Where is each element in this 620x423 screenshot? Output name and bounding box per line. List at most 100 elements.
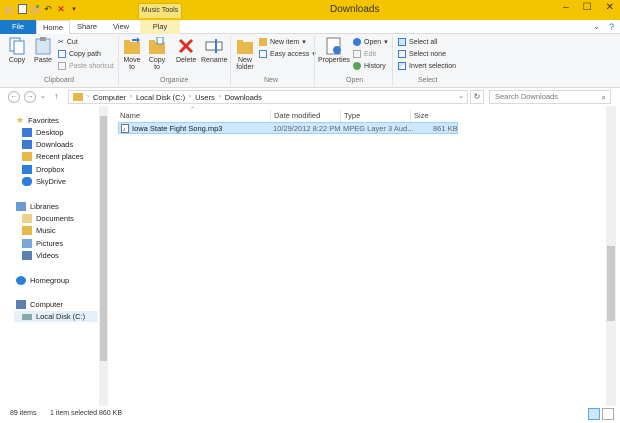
paste-shortcut-button[interactable]: Paste shortcut <box>58 62 114 70</box>
divider <box>230 36 231 86</box>
maximize-icon[interactable]: ☐ <box>583 2 592 13</box>
copy-button[interactable]: Copy <box>8 37 26 64</box>
refresh-icon[interactable]: ↻ <box>470 90 484 104</box>
column-header-name[interactable]: Name <box>120 111 140 120</box>
history-button[interactable]: History <box>353 62 386 70</box>
new-group-label: New <box>264 77 279 84</box>
address-bar[interactable]: › Computer › Local Disk (C:) › Users › D… <box>68 90 468 104</box>
paste-button[interactable]: Paste <box>34 37 52 64</box>
file-list-scrollbar[interactable] <box>606 106 616 406</box>
window-controls: – ☐ ✕ <box>563 2 614 13</box>
open-button[interactable]: Open ▾ <box>353 38 388 46</box>
computer-icon <box>16 300 26 309</box>
paste-icon <box>35 37 51 55</box>
breadcrumb-users[interactable]: Users <box>195 93 215 102</box>
back-icon[interactable]: ← <box>8 91 20 103</box>
crumb-separator-icon[interactable]: › <box>189 94 191 100</box>
address-dropdown-icon[interactable]: ⌄ <box>458 92 464 100</box>
pictures-icon <box>22 239 32 248</box>
tab-file[interactable]: File <box>0 20 36 34</box>
properties-icon[interactable] <box>17 3 27 15</box>
nav-item-videos[interactable]: Videos <box>22 250 59 261</box>
table-row[interactable]: ♪ Iowa State Fight Song.mp3 10/29/2012 8… <box>118 122 458 134</box>
tab-home[interactable]: Home <box>36 20 70 35</box>
select-all-icon <box>398 38 406 46</box>
nav-computer[interactable]: Computer <box>16 299 63 310</box>
properties-button[interactable]: Properties <box>318 37 350 64</box>
nav-item-local-disk[interactable]: Local Disk (C:) <box>14 311 98 322</box>
documents-icon <box>22 214 32 223</box>
crumb-separator-icon[interactable]: › <box>130 94 132 100</box>
close-icon[interactable]: ✕ <box>606 2 614 13</box>
search-icon: ⌕ <box>601 93 606 102</box>
nav-homegroup[interactable]: Homegroup <box>16 275 69 286</box>
column-divider[interactable] <box>410 110 411 122</box>
desktop-icon <box>22 128 32 137</box>
nav-item-documents[interactable]: Documents <box>22 213 74 224</box>
move-to-button[interactable]: Move to <box>122 37 142 71</box>
cut-button[interactable]: ✂ Cut <box>58 38 78 47</box>
open-group-label: Open <box>346 77 364 84</box>
new-item-button[interactable]: New item ▾ <box>259 38 306 46</box>
nav-item-desktop[interactable]: Desktop <box>22 127 64 138</box>
details-view-icon[interactable] <box>588 408 600 420</box>
column-header-size[interactable]: Size <box>414 111 429 120</box>
tab-play[interactable]: Play <box>140 20 180 34</box>
minimize-icon[interactable]: – <box>563 2 569 13</box>
copy-path-button[interactable]: Copy path <box>58 50 101 58</box>
open-icon <box>353 38 361 46</box>
dropbox-icon <box>22 165 32 174</box>
breadcrumb-local-disk[interactable]: Local Disk (C:) <box>136 93 185 102</box>
drive-icon <box>22 313 32 320</box>
delete-button[interactable]: Delete <box>176 37 196 64</box>
folder-icon[interactable] <box>4 3 14 15</box>
new-folder-button[interactable]: New folder <box>234 37 256 71</box>
search-input[interactable]: Search Downloads ⌕ <box>489 90 611 104</box>
tab-view[interactable]: View <box>106 20 136 34</box>
breadcrumb-computer[interactable]: Computer <box>93 93 126 102</box>
svg-text:♪: ♪ <box>123 127 126 133</box>
invert-selection-button[interactable]: Invert selection <box>398 62 456 70</box>
organize-group-label: Organize <box>160 77 189 84</box>
recent-locations-icon[interactable]: ⌄ <box>40 92 46 100</box>
breadcrumb-downloads[interactable]: Downloads <box>225 93 262 102</box>
up-icon[interactable]: ↑ <box>54 91 59 101</box>
copy-to-icon <box>149 37 165 54</box>
rename-button[interactable]: Rename <box>201 37 227 64</box>
customize-icon[interactable]: ▾ <box>69 3 79 15</box>
copy-to-button[interactable]: Copy to <box>147 37 167 71</box>
new-folder-large-icon <box>237 40 253 54</box>
column-divider[interactable] <box>270 110 271 122</box>
properties-large-icon <box>326 37 341 55</box>
crumb-separator-icon[interactable]: › <box>219 94 221 100</box>
new-folder-icon[interactable] <box>30 3 40 15</box>
status-bar: 89 items 1 item selected 860 KB <box>0 406 620 423</box>
nav-item-skydrive[interactable]: SkyDrive <box>22 176 66 187</box>
navigation-scrollbar[interactable] <box>99 106 108 406</box>
select-none-button[interactable]: Select none <box>398 50 446 58</box>
tab-share[interactable]: Share <box>72 20 102 34</box>
scrollbar-thumb[interactable] <box>100 116 107 361</box>
ribbon-collapse-icon[interactable]: ⌄ <box>593 22 600 31</box>
file-list: ⌃ Name Date modified Type Size ♪ Iowa St… <box>110 106 606 406</box>
column-header-date[interactable]: Date modified <box>274 111 320 120</box>
forward-icon[interactable]: → <box>24 91 36 103</box>
column-divider[interactable] <box>340 110 341 122</box>
delete-icon[interactable]: ✕ <box>56 3 66 15</box>
column-header-type[interactable]: Type <box>344 111 360 120</box>
scrollbar-thumb[interactable] <box>607 246 615 321</box>
select-all-button[interactable]: Select all <box>398 38 437 46</box>
nav-libraries[interactable]: Libraries <box>16 201 59 212</box>
nav-item-pictures[interactable]: Pictures <box>22 238 63 249</box>
nav-item-dropbox[interactable]: Dropbox <box>22 164 64 175</box>
nav-item-music[interactable]: Music <box>22 225 56 236</box>
nav-favorites[interactable]: ★ Favorites <box>16 115 59 126</box>
undo-icon[interactable]: ↶ <box>43 3 53 15</box>
large-icons-view-icon[interactable] <box>602 408 614 420</box>
nav-item-downloads[interactable]: Downloads <box>22 139 73 150</box>
new-item-icon <box>259 38 267 46</box>
easy-access-button[interactable]: Easy access▾ <box>259 50 316 58</box>
nav-item-recent-places[interactable]: Recent places <box>22 151 84 162</box>
help-icon[interactable]: ? <box>609 22 614 32</box>
edit-button[interactable]: Edit <box>353 50 376 58</box>
